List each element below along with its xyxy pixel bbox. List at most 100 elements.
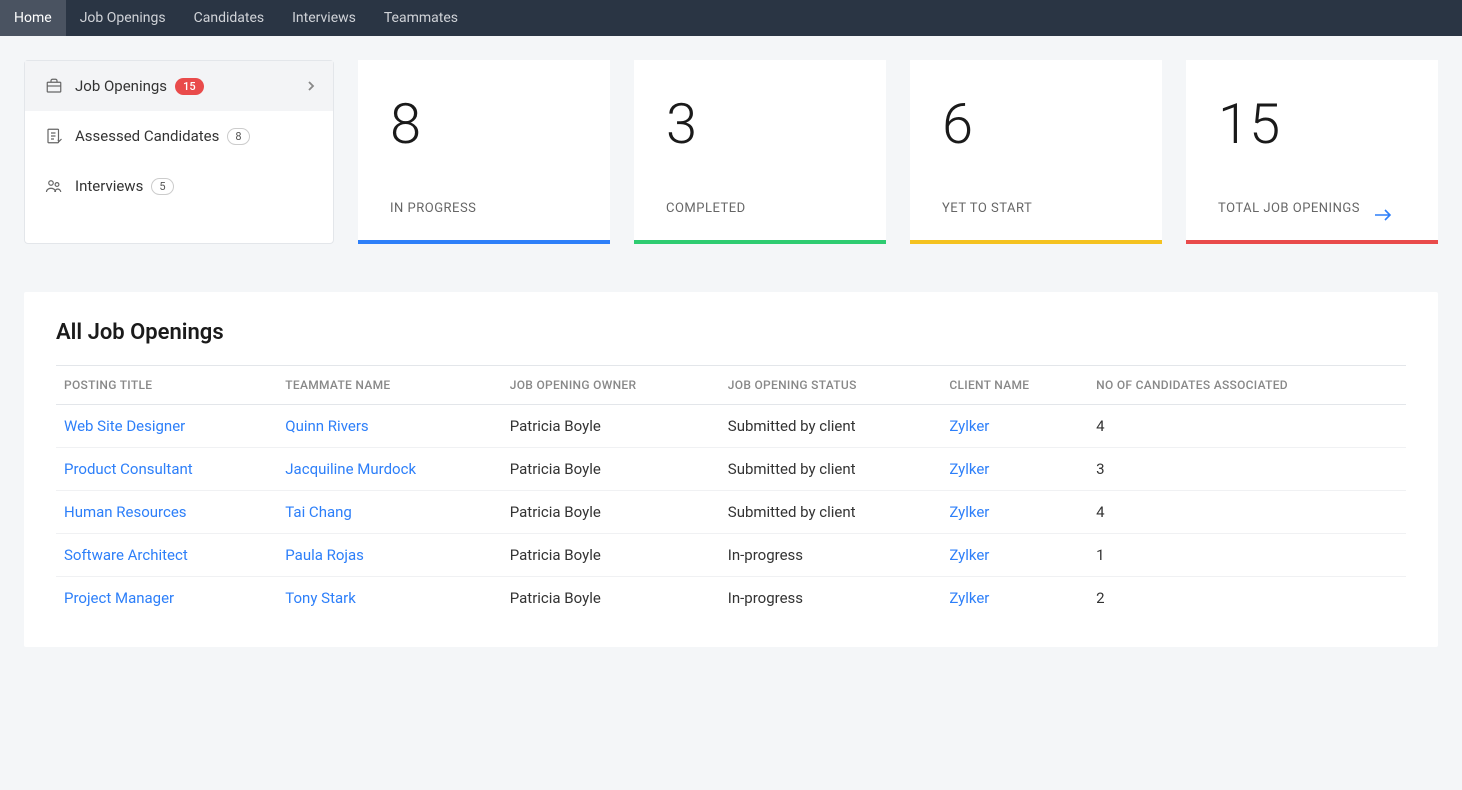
nav-teammates[interactable]: Teammates xyxy=(370,0,472,36)
cell-status-text: Submitted by client xyxy=(728,503,856,521)
table-row: Software Architect Paula Rojas Patricia Bo… xyxy=(56,534,1406,577)
stat-value: 3 xyxy=(666,96,854,152)
sidebar-card: Job Openings15Assessed Candidates8Interv… xyxy=(24,60,334,244)
cell-count-text: 2 xyxy=(1096,589,1104,607)
cell-posting-title-text[interactable]: Software Architect xyxy=(64,546,188,564)
cell-teammate[interactable]: Tai Chang xyxy=(277,491,501,534)
cell-count: 3 xyxy=(1088,448,1406,491)
cell-client-text[interactable]: Zylker xyxy=(949,417,989,435)
stat-card-total-job-openings[interactable]: 15 TOTAL JOB OPENINGS xyxy=(1186,60,1438,244)
table-header: POSTING TITLE xyxy=(56,366,277,405)
nav-candidates[interactable]: Candidates xyxy=(180,0,279,36)
cell-status: Submitted by client xyxy=(720,405,942,448)
table-header: NO OF CANDIDATES ASSOCIATED xyxy=(1088,366,1406,405)
top-nav: HomeJob OpeningsCandidatesInterviewsTeam… xyxy=(0,0,1462,36)
cell-client-text[interactable]: Zylker xyxy=(949,460,989,478)
stat-label: COMPLETED xyxy=(666,201,746,216)
cell-status: Submitted by client xyxy=(720,448,942,491)
table-header: JOB OPENING OWNER xyxy=(502,366,720,405)
stats-row: 8 IN PROGRESS 3 COMPLETED 6 YET TO START 15 TOT… xyxy=(358,60,1438,244)
cell-count: 4 xyxy=(1088,491,1406,534)
cell-count: 4 xyxy=(1088,405,1406,448)
cell-client[interactable]: Zylker xyxy=(941,448,1088,491)
sidebar-item-label: Interviews xyxy=(75,177,143,195)
cell-owner-text: Patricia Boyle xyxy=(510,417,601,435)
cell-status: In-progress xyxy=(720,577,942,620)
cell-client[interactable]: Zylker xyxy=(941,405,1088,448)
cell-client[interactable]: Zylker xyxy=(941,577,1088,620)
cell-posting-title[interactable]: Human Resources xyxy=(56,491,277,534)
checklist-icon xyxy=(43,125,65,147)
sidebar-badge: 5 xyxy=(151,178,173,195)
cell-count-text: 1 xyxy=(1096,546,1104,564)
sidebar-badge: 8 xyxy=(227,128,249,145)
stat-label: IN PROGRESS xyxy=(390,201,476,216)
stat-card-in-progress: 8 IN PROGRESS xyxy=(358,60,610,244)
cell-owner: Patricia Boyle xyxy=(502,405,720,448)
cell-owner-text: Patricia Boyle xyxy=(510,503,601,521)
table-title: All Job Openings xyxy=(56,320,1406,345)
cell-owner-text: Patricia Boyle xyxy=(510,546,601,564)
cell-count: 2 xyxy=(1088,577,1406,620)
cell-client-text[interactable]: Zylker xyxy=(949,589,989,607)
nav-job-openings[interactable]: Job Openings xyxy=(66,0,180,36)
cell-owner: Patricia Boyle xyxy=(502,448,720,491)
stat-underline xyxy=(358,240,610,244)
stat-card-yet-to-start: 6 YET TO START xyxy=(910,60,1162,244)
stat-label: TOTAL JOB OPENINGS xyxy=(1218,201,1360,216)
cell-teammate-text[interactable]: Jacquiline Murdock xyxy=(285,460,416,478)
stat-value: 8 xyxy=(390,96,578,152)
cell-posting-title[interactable]: Web Site Designer xyxy=(56,405,277,448)
cell-teammate-text[interactable]: Paula Rojas xyxy=(285,546,364,564)
people-icon xyxy=(43,175,65,197)
sidebar-item-job-openings[interactable]: Job Openings 15 xyxy=(25,61,333,111)
cell-teammate-text[interactable]: Tai Chang xyxy=(285,503,352,521)
cell-posting-title-text[interactable]: Web Site Designer xyxy=(64,417,185,435)
cell-posting-title[interactable]: Software Architect xyxy=(56,534,277,577)
cell-client-text[interactable]: Zylker xyxy=(949,503,989,521)
stat-card-completed: 3 COMPLETED xyxy=(634,60,886,244)
cell-posting-title-text[interactable]: Project Manager xyxy=(64,589,174,607)
cell-posting-title[interactable]: Project Manager xyxy=(56,577,277,620)
cell-count-text: 4 xyxy=(1096,417,1104,435)
sidebar-badge: 15 xyxy=(175,78,204,95)
cell-teammate-text[interactable]: Quinn Rivers xyxy=(285,417,368,435)
briefcase-icon xyxy=(43,75,65,97)
cell-teammate[interactable]: Jacquiline Murdock xyxy=(277,448,501,491)
table-row: Project Manager Tony Stark Patricia Boyle I… xyxy=(56,577,1406,620)
table-card: All Job Openings POSTING TITLETEAMMATE N… xyxy=(24,292,1438,647)
stat-value: 6 xyxy=(942,96,1130,152)
arrow-right-icon[interactable] xyxy=(1374,209,1392,221)
cell-count-text: 3 xyxy=(1096,460,1104,478)
cell-teammate-text[interactable]: Tony Stark xyxy=(285,589,356,607)
cell-count-text: 4 xyxy=(1096,503,1104,521)
sidebar-item-assessed-candidates[interactable]: Assessed Candidates8 xyxy=(25,111,333,161)
cell-teammate[interactable]: Tony Stark xyxy=(277,577,501,620)
table-header: JOB OPENING STATUS xyxy=(720,366,942,405)
stat-label: YET TO START xyxy=(942,201,1032,216)
cell-owner-text: Patricia Boyle xyxy=(510,589,601,607)
cell-status-text: Submitted by client xyxy=(728,460,856,478)
cell-owner: Patricia Boyle xyxy=(502,491,720,534)
cell-owner-text: Patricia Boyle xyxy=(510,460,601,478)
cell-teammate[interactable]: Quinn Rivers xyxy=(277,405,501,448)
stat-underline xyxy=(1186,240,1438,244)
cell-posting-title-text[interactable]: Human Resources xyxy=(64,503,187,521)
cell-status: Submitted by client xyxy=(720,491,942,534)
cell-status: In-progress xyxy=(720,534,942,577)
cell-teammate[interactable]: Paula Rojas xyxy=(277,534,501,577)
nav-home[interactable]: Home xyxy=(0,0,66,36)
cell-client[interactable]: Zylker xyxy=(941,534,1088,577)
cell-count: 1 xyxy=(1088,534,1406,577)
cell-status-text: In-progress xyxy=(728,546,803,564)
cell-owner: Patricia Boyle xyxy=(502,534,720,577)
chevron-right-icon xyxy=(307,80,315,92)
stat-value: 15 xyxy=(1218,96,1406,152)
sidebar-item-label: Job Openings xyxy=(75,77,167,95)
cell-posting-title-text[interactable]: Product Consultant xyxy=(64,460,193,478)
sidebar-item-interviews[interactable]: Interviews 5 xyxy=(25,161,333,211)
cell-posting-title[interactable]: Product Consultant xyxy=(56,448,277,491)
cell-client-text[interactable]: Zylker xyxy=(949,546,989,564)
nav-interviews[interactable]: Interviews xyxy=(278,0,370,36)
cell-client[interactable]: Zylker xyxy=(941,491,1088,534)
